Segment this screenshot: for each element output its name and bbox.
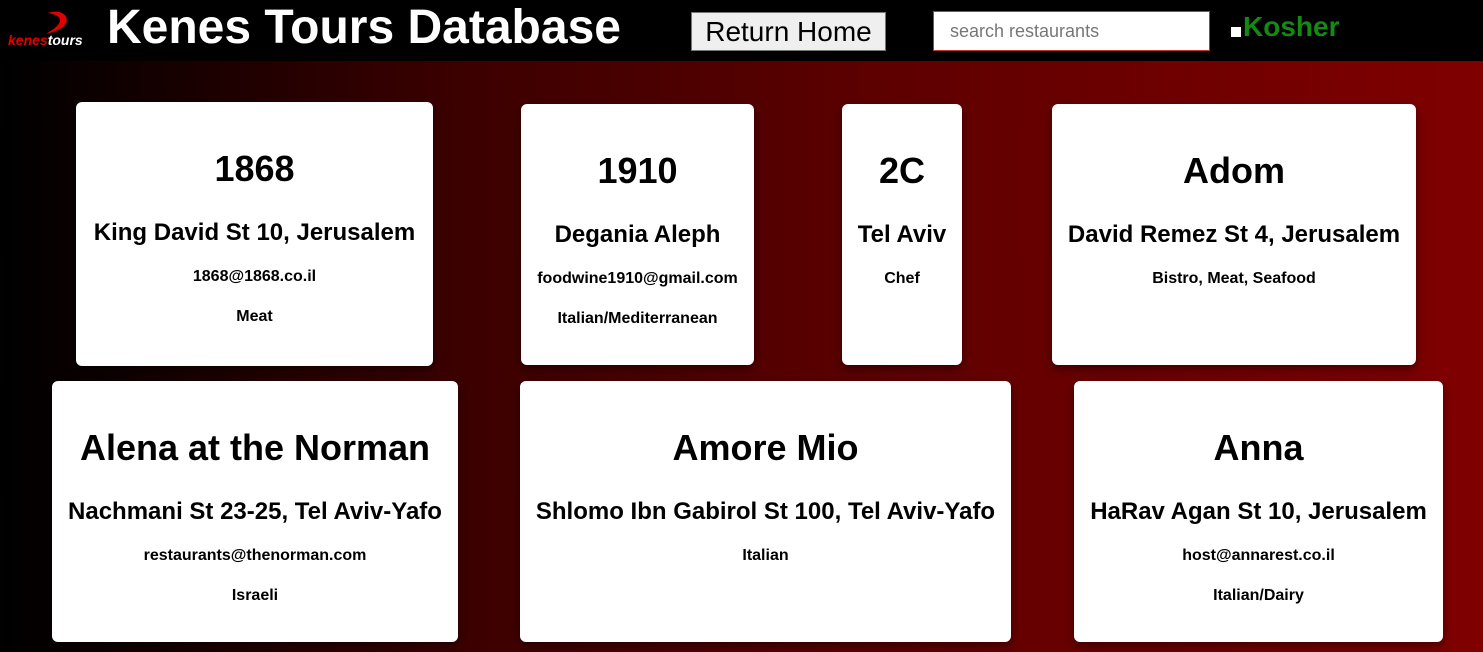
restaurant-card[interactable]: 1910 Degania Aleph foodwine1910@gmail.co… [521,104,754,365]
restaurant-name: 2C [878,150,926,191]
kosher-checkbox[interactable] [1231,27,1241,37]
restaurant-card[interactable]: Alena at the Norman Nachmani St 23-25, T… [52,381,458,642]
restaurant-cuisine: Bistro, Meat, Seafood [1152,270,1316,287]
restaurant-name: Alena at the Norman [79,427,431,468]
restaurant-email: restaurants@thenorman.com [143,547,367,564]
restaurant-address: Shlomo Ibn Gabirol St 100, Tel Aviv-Yafo [535,498,996,525]
kosher-filter-label[interactable]: Kosher [1243,10,1339,44]
restaurant-cuisine: Israeli [231,587,279,604]
logo-wordmark: kenestours [8,32,83,48]
restaurant-grid: 1868 King David St 10, Jerusalem 1868@18… [0,61,1483,652]
restaurant-name: 1910 [597,150,678,191]
return-home-button[interactable]: Return Home [691,12,886,51]
restaurant-address: King David St 10, Jerusalem [93,219,416,246]
restaurant-cuisine: Italian [742,547,789,564]
restaurant-name: 1868 [214,148,295,189]
restaurant-card[interactable]: Anna HaRav Agan St 10, Jerusalem host@an… [1074,381,1443,642]
restaurant-address: Nachmani St 23-25, Tel Aviv-Yafo [68,498,442,525]
restaurant-address: David Remez St 4, Jerusalem [1067,221,1401,248]
restaurant-name: Adom [1183,150,1285,191]
restaurant-email: host@annarest.co.il [1182,547,1335,564]
restaurant-cuisine: Chef [884,270,920,287]
restaurant-card[interactable]: Amore Mio Shlomo Ibn Gabirol St 100, Tel… [520,381,1011,642]
restaurant-address: HaRav Agan St 10, Jerusalem [1090,498,1427,525]
restaurant-email: 1868@1868.co.il [192,268,317,285]
restaurant-cuisine: Italian/Dairy [1213,587,1304,604]
restaurant-card[interactable]: 1868 King David St 10, Jerusalem 1868@18… [76,102,433,366]
page-title: Kenes Tours Database [107,1,621,54]
kenes-tours-logo[interactable]: kenestours [6,10,98,50]
restaurant-card[interactable]: Adom David Remez St 4, Jerusalem Bistro,… [1052,104,1416,365]
search-input[interactable] [933,11,1210,51]
restaurant-cuisine: Meat [236,308,273,325]
restaurant-email: foodwine1910@gmail.com [537,270,738,287]
top-bar: kenestours Kenes Tours Database Return H… [0,0,1483,61]
restaurant-address: Degania Aleph [554,221,721,248]
restaurant-card[interactable]: 2C Tel Aviv Chef [842,104,962,365]
restaurant-name: Amore Mio [672,427,859,468]
restaurant-address: Tel Aviv [857,221,947,248]
restaurant-name: Anna [1213,427,1304,468]
restaurant-cuisine: Italian/Mediterranean [557,310,718,327]
